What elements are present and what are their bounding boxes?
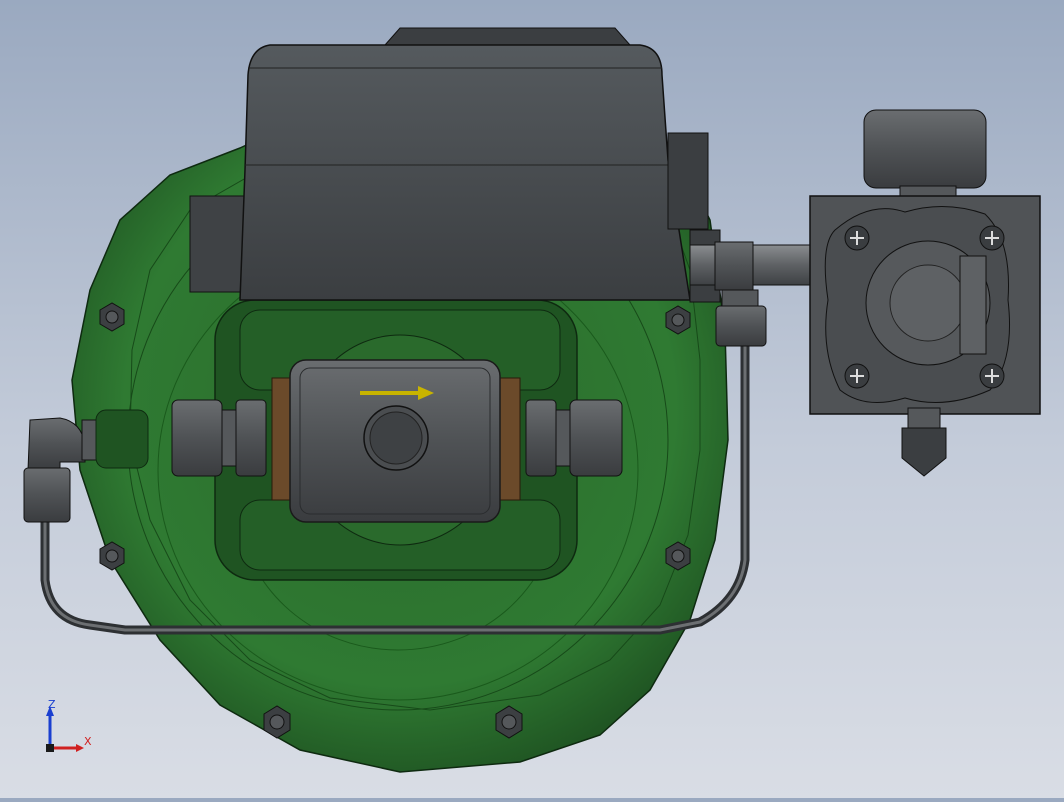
filter-regulator[interactable] (809, 109, 1041, 477)
positioner-housing[interactable] (189, 27, 721, 303)
right-pipe-fitting[interactable] (525, 399, 623, 477)
left-pipe-fitting[interactable] (171, 399, 267, 477)
screw-icon (844, 225, 870, 251)
axis-triad: Z X (38, 698, 98, 758)
screw-icon (979, 363, 1005, 389)
screw-icon (844, 363, 870, 389)
screw-icon (979, 225, 1005, 251)
cad-viewport[interactable]: Z X (0, 0, 1064, 798)
model-view[interactable] (0, 0, 1064, 798)
coupling-block[interactable] (271, 359, 521, 523)
z-axis-label: Z (48, 698, 56, 711)
x-axis-label: X (84, 735, 92, 748)
